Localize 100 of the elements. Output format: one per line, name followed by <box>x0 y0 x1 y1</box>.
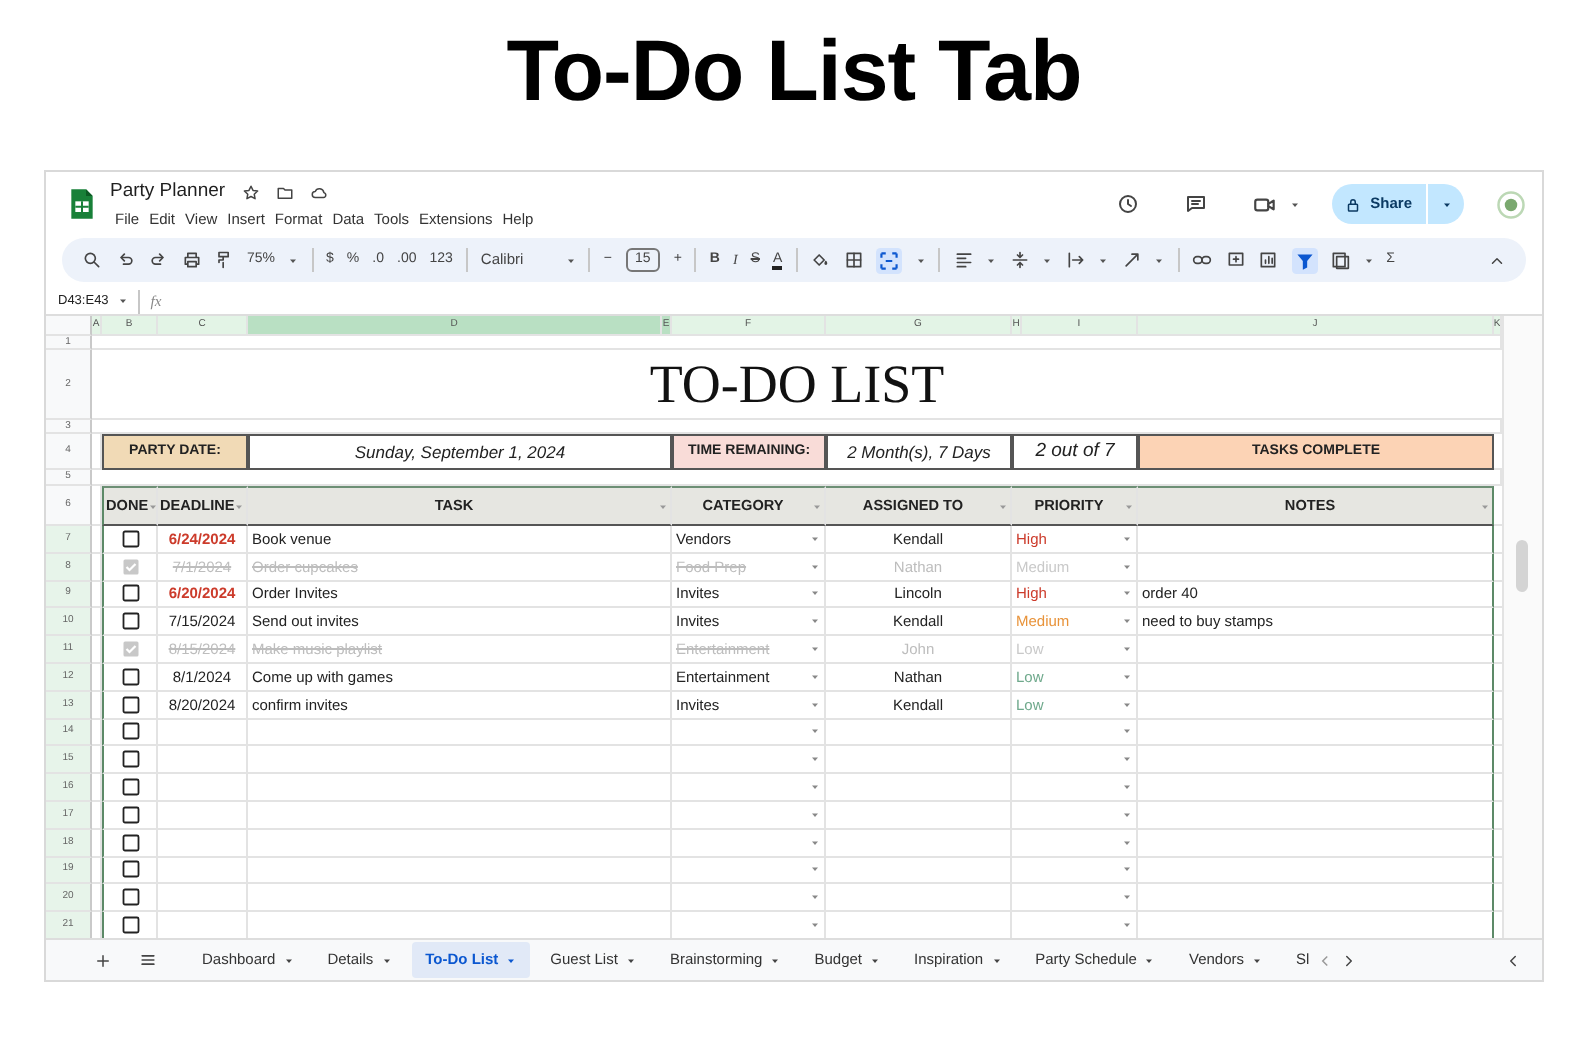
checkbox[interactable] <box>121 888 139 907</box>
dropdown-icon[interactable] <box>1122 671 1132 682</box>
dropdown-icon[interactable] <box>810 920 820 931</box>
borders-icon[interactable] <box>843 250 864 270</box>
caret-icon[interactable] <box>283 955 294 965</box>
category-cell[interactable] <box>672 801 826 830</box>
category-cell[interactable] <box>672 884 826 913</box>
dropdown-icon[interactable] <box>1122 588 1132 599</box>
cloud-icon[interactable] <box>309 183 328 202</box>
category-cell[interactable] <box>672 719 826 747</box>
checkbox[interactable] <box>121 695 139 714</box>
dropdown-icon[interactable] <box>1122 726 1132 737</box>
folder-icon[interactable] <box>275 183 294 202</box>
checkbox[interactable] <box>121 557 139 576</box>
dropdown-icon[interactable] <box>810 892 820 903</box>
checkbox[interactable] <box>121 529 139 548</box>
caret-icon[interactable] <box>381 955 392 965</box>
filter-views-icon[interactable] <box>1330 250 1351 270</box>
checkbox[interactable] <box>121 833 139 852</box>
priority-cell[interactable] <box>1012 857 1138 885</box>
caret-icon[interactable] <box>565 255 576 265</box>
dropdown-icon[interactable] <box>810 754 820 765</box>
priority-cell[interactable] <box>1012 801 1138 830</box>
category-cell[interactable] <box>672 774 826 802</box>
caret-icon[interactable] <box>1144 955 1155 965</box>
scrollbar-thumb[interactable] <box>1516 540 1528 592</box>
priority-cell[interactable] <box>1012 719 1138 747</box>
dropdown-icon[interactable] <box>1122 782 1132 793</box>
filter-icon[interactable] <box>1291 247 1318 273</box>
caret-icon[interactable] <box>1154 255 1165 265</box>
dropdown-icon[interactable] <box>1122 809 1132 820</box>
caret-icon[interactable] <box>1098 255 1109 265</box>
dropdown-icon[interactable] <box>810 671 820 682</box>
caret-icon[interactable] <box>991 955 1002 965</box>
dropdown-icon[interactable] <box>1122 616 1132 627</box>
chart-icon[interactable] <box>1258 250 1279 270</box>
dropdown-icon[interactable] <box>1122 533 1132 544</box>
category-cell[interactable] <box>672 857 826 885</box>
print-icon[interactable] <box>181 250 201 270</box>
dropdown-icon[interactable] <box>1122 892 1132 903</box>
dropdown-icon[interactable] <box>1122 754 1132 765</box>
caret-icon[interactable] <box>118 296 129 306</box>
undo-icon[interactable] <box>115 250 135 270</box>
redo-icon[interactable] <box>148 250 168 270</box>
dropdown-icon[interactable] <box>810 864 820 875</box>
link-icon[interactable] <box>1192 250 1213 270</box>
dropdown-icon[interactable] <box>810 699 820 710</box>
caret-icon[interactable] <box>1290 199 1301 209</box>
category-cell[interactable] <box>672 746 826 775</box>
sheet-list-icon[interactable] <box>138 950 158 970</box>
priority-cell[interactable] <box>1012 829 1138 858</box>
priority-cell[interactable] <box>1012 746 1138 775</box>
add-sheet-icon[interactable] <box>94 951 112 969</box>
priority-cell[interactable] <box>1012 774 1138 802</box>
dropdown-icon[interactable] <box>810 616 820 627</box>
comment-icon[interactable] <box>1184 192 1209 216</box>
add-comment-icon[interactable] <box>1225 250 1246 270</box>
dropdown-icon[interactable] <box>810 837 820 848</box>
checkbox[interactable] <box>121 667 139 686</box>
dropdown-icon[interactable] <box>810 644 820 655</box>
dropdown-icon[interactable] <box>810 726 820 737</box>
vertical-align-icon[interactable] <box>1009 250 1030 270</box>
fill-color-icon[interactable] <box>810 250 831 270</box>
side-panel-toggle-icon[interactable] <box>1504 951 1522 969</box>
caret-icon[interactable] <box>770 955 781 965</box>
checkbox[interactable] <box>121 916 139 935</box>
checkbox[interactable] <box>121 750 139 769</box>
caret-icon[interactable] <box>986 255 997 265</box>
category-cell[interactable] <box>672 829 826 858</box>
star-icon[interactable] <box>241 183 260 202</box>
avatar-icon[interactable] <box>1496 189 1526 219</box>
dropdown-icon[interactable] <box>810 782 820 793</box>
caret-icon[interactable] <box>1042 255 1053 265</box>
dropdown-icon[interactable] <box>810 809 820 820</box>
dropdown-icon[interactable] <box>810 561 820 572</box>
checkbox[interactable] <box>121 612 139 631</box>
caret-icon[interactable] <box>288 255 299 265</box>
caret-icon[interactable] <box>915 255 926 265</box>
checkbox[interactable] <box>121 584 139 603</box>
checkbox[interactable] <box>121 640 139 659</box>
dropdown-icon[interactable] <box>1122 561 1132 572</box>
search-icon[interactable] <box>82 250 102 270</box>
dropdown-icon[interactable] <box>810 588 820 599</box>
checkbox[interactable] <box>121 778 139 797</box>
dropdown-icon[interactable] <box>1122 837 1132 848</box>
paint-format-icon[interactable] <box>214 250 234 270</box>
checkbox[interactable] <box>121 722 139 741</box>
caret-icon[interactable] <box>506 955 517 965</box>
dropdown-icon[interactable] <box>1122 864 1132 875</box>
dropdown-icon[interactable] <box>810 533 820 544</box>
priority-cell[interactable] <box>1012 884 1138 913</box>
checkbox[interactable] <box>121 805 139 824</box>
caret-icon[interactable] <box>1363 255 1374 265</box>
caret-icon[interactable] <box>625 955 636 965</box>
align-left-icon[interactable] <box>953 250 974 270</box>
dropdown-icon[interactable] <box>1122 699 1132 710</box>
text-rotate-icon[interactable] <box>1121 250 1142 270</box>
text-wrap-icon[interactable] <box>1065 250 1086 270</box>
history-icon[interactable] <box>1116 192 1141 216</box>
caret-icon[interactable] <box>1252 955 1263 965</box>
